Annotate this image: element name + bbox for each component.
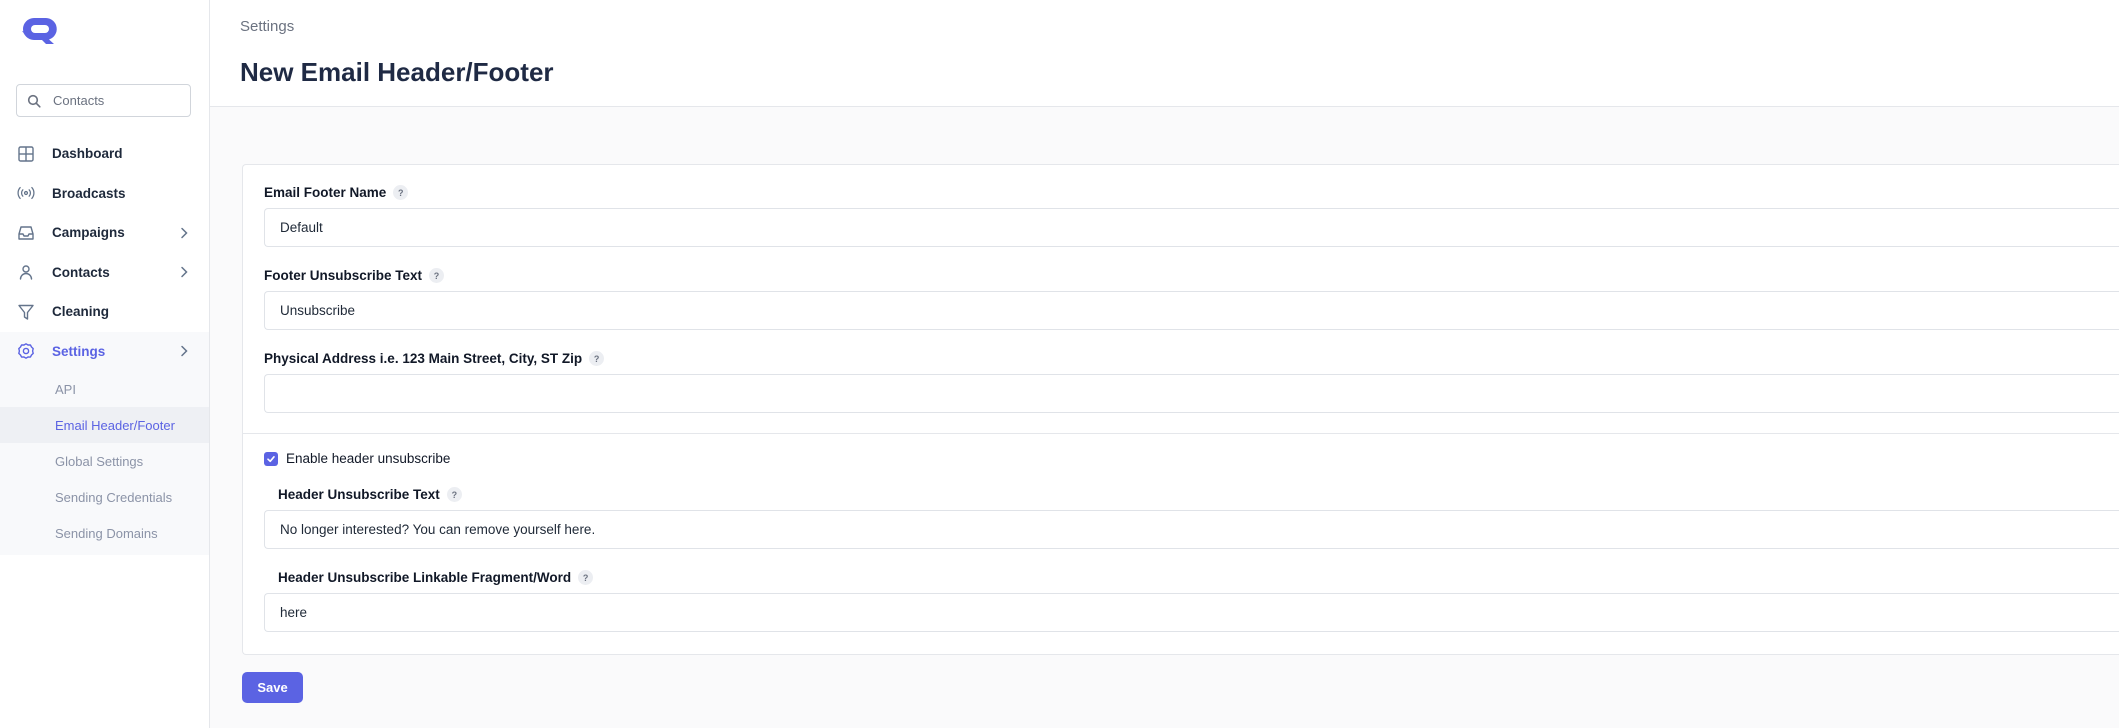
subnav-item-sending-credentials[interactable]: Sending Credentials <box>0 479 209 515</box>
subnav-item-api[interactable]: API <box>0 371 209 407</box>
sidebar-item-cleaning[interactable]: Cleaning <box>0 292 209 332</box>
subnav-item-email-header-footer[interactable]: Email Header/Footer <box>0 407 209 443</box>
sidebar-item-label: Contacts <box>52 264 110 280</box>
checkmark-icon <box>267 455 275 462</box>
save-button[interactable]: Save <box>242 672 303 703</box>
sidebar: Dashboard Broadcasts Campaigns Contacts <box>0 0 210 728</box>
main-content: Settings New Email Header/Footer Email F… <box>210 0 2119 728</box>
grid-icon <box>17 145 35 163</box>
footer-unsubscribe-field[interactable] <box>264 291 2119 330</box>
chevron-right-icon[interactable] <box>177 226 191 240</box>
help-icon[interactable]: ? <box>393 185 409 200</box>
sidebar-item-dashboard[interactable]: Dashboard <box>0 134 209 174</box>
settings-subnav: API Email Header/Footer Global Settings … <box>0 371 209 555</box>
inbox-icon <box>17 224 35 242</box>
sidebar-item-label: Broadcasts <box>52 185 126 201</box>
sidebar-item-label: Dashboard <box>52 146 123 162</box>
help-icon[interactable]: ? <box>578 570 594 585</box>
header-unsubscribe-text-input[interactable] <box>280 522 2119 537</box>
email-footer-form: Email Footer Name ? Footer Unsubscribe T… <box>242 164 2119 655</box>
chevron-right-icon[interactable] <box>177 265 191 279</box>
physical-address-input[interactable] <box>280 386 2119 401</box>
search-input[interactable] <box>53 93 183 108</box>
sidebar-item-settings[interactable]: Settings <box>0 331 209 371</box>
sidebar-item-broadcasts[interactable]: Broadcasts <box>0 174 209 214</box>
breadcrumb[interactable]: Settings <box>240 18 294 35</box>
subnav-item-global-settings[interactable]: Global Settings <box>0 443 209 479</box>
rq-logo-icon[interactable] <box>20 16 64 46</box>
footer-unsubscribe-label: Footer Unsubscribe Text ? <box>264 268 445 283</box>
sidebar-item-contacts[interactable]: Contacts <box>0 253 209 293</box>
header-fragment-field[interactable] <box>264 593 2119 632</box>
filter-icon <box>17 303 35 321</box>
footer-unsubscribe-input[interactable] <box>280 303 2119 318</box>
search-box[interactable] <box>16 84 191 117</box>
footer-name-input[interactable] <box>280 220 2119 235</box>
broadcast-icon <box>17 184 35 202</box>
sidebar-item-label: Campaigns <box>52 225 125 241</box>
help-icon[interactable]: ? <box>589 351 605 366</box>
subnav-item-sending-domains[interactable]: Sending Domains <box>0 515 209 551</box>
sidebar-nav: Dashboard Broadcasts Campaigns Contacts <box>0 134 209 555</box>
footer-name-field[interactable] <box>264 208 2119 247</box>
divider <box>243 433 2119 434</box>
physical-address-label: Physical Address i.e. 123 Main Street, C… <box>264 351 605 366</box>
sidebar-item-campaigns[interactable]: Campaigns <box>0 213 209 253</box>
header-fragment-label: Header Unsubscribe Linkable Fragment/Wor… <box>278 570 594 585</box>
help-icon[interactable]: ? <box>429 268 445 283</box>
gear-icon <box>17 342 35 360</box>
chevron-right-icon[interactable] <box>177 344 191 358</box>
help-icon[interactable]: ? <box>446 487 462 502</box>
page-title: New Email Header/Footer <box>240 57 554 87</box>
page-header: Settings New Email Header/Footer <box>210 0 2119 107</box>
header-unsubscribe-text-field[interactable] <box>264 510 2119 549</box>
enable-header-unsubscribe-label[interactable]: Enable header unsubscribe <box>286 451 450 466</box>
enable-header-unsubscribe-row[interactable]: Enable header unsubscribe <box>264 451 450 466</box>
physical-address-field[interactable] <box>264 374 2119 413</box>
footer-name-label: Email Footer Name ? <box>264 185 409 200</box>
user-icon <box>17 263 35 281</box>
sidebar-item-label: Cleaning <box>52 304 110 320</box>
header-fragment-input[interactable] <box>280 605 2119 620</box>
header-unsubscribe-text-label: Header Unsubscribe Text ? <box>278 487 462 502</box>
enable-header-unsubscribe-checkbox[interactable] <box>264 451 278 466</box>
sidebar-item-label: Settings <box>52 343 106 359</box>
search-icon <box>27 94 41 108</box>
